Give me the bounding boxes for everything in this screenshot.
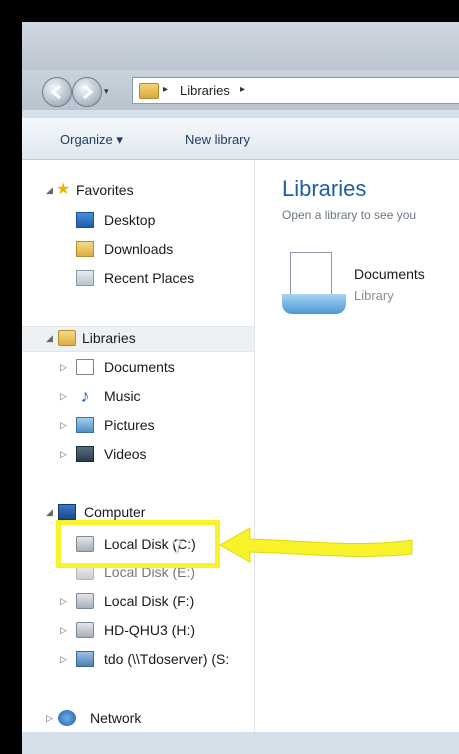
nav-favorites-label: Favorites <box>76 182 134 198</box>
collapse-arrow-icon[interactable]: ◢ <box>46 333 53 344</box>
breadcrumb-separator-icon[interactable]: ▸ <box>163 84 168 95</box>
nav-item-label: HD-QHU3 (H:) <box>104 622 195 638</box>
organize-label: Organize <box>60 132 113 147</box>
network-icon <box>58 710 76 726</box>
back-arrow-icon <box>50 84 61 100</box>
nav-item-label: Music <box>104 388 141 404</box>
nav-item-label: Local Disk (F:) <box>104 593 195 609</box>
library-item-name[interactable]: Documents <box>354 266 425 282</box>
collapse-arrow-icon[interactable]: ◢ <box>46 185 53 196</box>
library-item-type: Library <box>354 288 394 303</box>
forward-button[interactable] <box>72 77 102 107</box>
nav-computer-label: Computer <box>84 504 146 520</box>
documents-icon <box>76 359 94 375</box>
title-bar <box>22 22 459 70</box>
network-drive-icon <box>76 651 94 667</box>
nav-item-label: Videos <box>104 446 147 462</box>
recent-pages-dropdown[interactable]: ▾ <box>104 87 109 97</box>
address-bar[interactable]: ▸ Libraries ▸ <box>132 77 459 104</box>
page-title: Libraries <box>282 176 367 201</box>
expand-arrow-icon[interactable]: ▷ <box>60 596 67 607</box>
videos-icon <box>76 446 94 462</box>
nav-item-label: tdo (\\Tdoserver) (S: <box>104 651 230 667</box>
expand-arrow-icon[interactable]: ▷ <box>60 362 67 373</box>
hard-disk-icon <box>76 622 94 638</box>
nav-libraries-label: Libraries <box>82 330 136 346</box>
libraries-folder-icon <box>139 83 159 99</box>
highlight-box-annotation <box>56 520 220 568</box>
nav-item-label: Recent Places <box>104 270 195 286</box>
documents-library-icon[interactable] <box>282 248 346 316</box>
nav-network-label: Network <box>90 710 142 726</box>
chevron-down-icon: ▾ <box>116 132 123 147</box>
downloads-icon <box>76 241 94 257</box>
new-library-button[interactable]: New library <box>185 132 250 147</box>
library-base-icon <box>282 294 346 314</box>
hard-disk-icon <box>76 593 94 609</box>
expand-arrow-icon[interactable]: ▷ <box>60 654 67 665</box>
expand-arrow-icon[interactable]: ▷ <box>60 449 67 460</box>
computer-icon <box>58 504 76 520</box>
page-subtitle: Open a library to see you <box>282 208 417 222</box>
pictures-icon <box>76 417 94 433</box>
content-pane <box>255 160 459 732</box>
expand-arrow-icon[interactable]: ▷ <box>46 713 53 724</box>
expand-arrow-icon[interactable]: ▷ <box>60 625 67 636</box>
command-bar: Organize ▾ New library <box>22 118 459 160</box>
organize-button[interactable]: Organize ▾ <box>60 132 123 148</box>
recent-places-icon <box>76 270 94 286</box>
libraries-icon <box>58 330 76 346</box>
expand-arrow-icon[interactable]: ▷ <box>60 391 67 402</box>
desktop-icon <box>76 212 94 228</box>
nav-item-label: Pictures <box>104 417 155 433</box>
nav-libraries-selected-background <box>22 326 254 352</box>
breadcrumb-libraries[interactable]: Libraries <box>180 83 230 98</box>
breadcrumb-separator-icon[interactable]: ▸ <box>240 84 245 95</box>
nav-item-label: Documents <box>104 359 175 375</box>
back-button[interactable] <box>42 77 72 107</box>
forward-arrow-icon <box>83 84 94 100</box>
star-icon: ★ <box>56 181 71 198</box>
nav-item-label: Desktop <box>104 212 156 228</box>
music-icon: ♪ <box>80 386 90 406</box>
collapse-arrow-icon[interactable]: ◢ <box>46 507 53 518</box>
nav-item-label: Downloads <box>104 241 174 257</box>
yellow-arrow-icon <box>218 527 413 563</box>
expand-arrow-icon[interactable]: ▷ <box>60 420 67 431</box>
